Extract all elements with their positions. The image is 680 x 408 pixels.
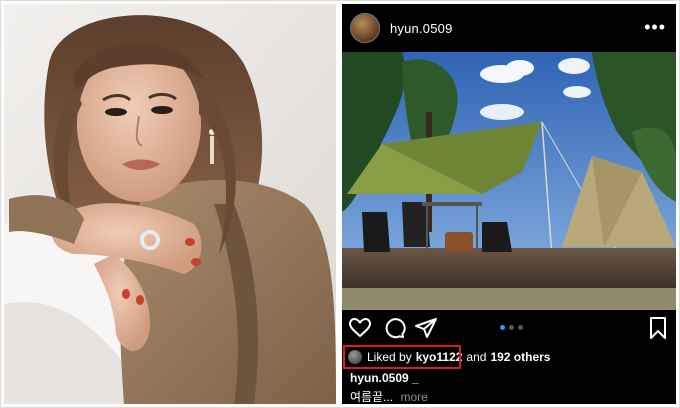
- post-photo[interactable]: [342, 52, 676, 310]
- comment-icon[interactable]: [382, 316, 406, 340]
- heart-icon[interactable]: [348, 316, 372, 340]
- post-username[interactable]: hyun.0509: [390, 21, 453, 36]
- carousel-dot: [500, 325, 505, 330]
- share-icon[interactable]: [414, 316, 438, 340]
- carousel-dot: [518, 325, 523, 330]
- post-header: hyun.0509 •••: [342, 4, 676, 52]
- profile-avatar[interactable]: [350, 13, 380, 43]
- caption-text: 여름끝... more: [350, 388, 428, 404]
- likes-and-label: and: [466, 350, 487, 364]
- portrait-photo: [4, 4, 336, 404]
- more-options-icon[interactable]: •••: [644, 18, 666, 36]
- instagram-post: hyun.0509 ••• Liked by kyo1122 and 192 o…: [342, 4, 676, 404]
- caption-username[interactable]: hyun.0509 _: [350, 371, 419, 385]
- highlight-box: [343, 345, 461, 369]
- post-actions: [342, 314, 676, 344]
- caption-body: 여름끝...: [350, 390, 394, 404]
- carousel-dot: [509, 325, 514, 330]
- caption-more-link[interactable]: more: [400, 390, 427, 404]
- bookmark-icon[interactable]: [646, 316, 670, 340]
- likes-others[interactable]: 192 others: [490, 350, 550, 364]
- carousel-indicator: [500, 325, 523, 330]
